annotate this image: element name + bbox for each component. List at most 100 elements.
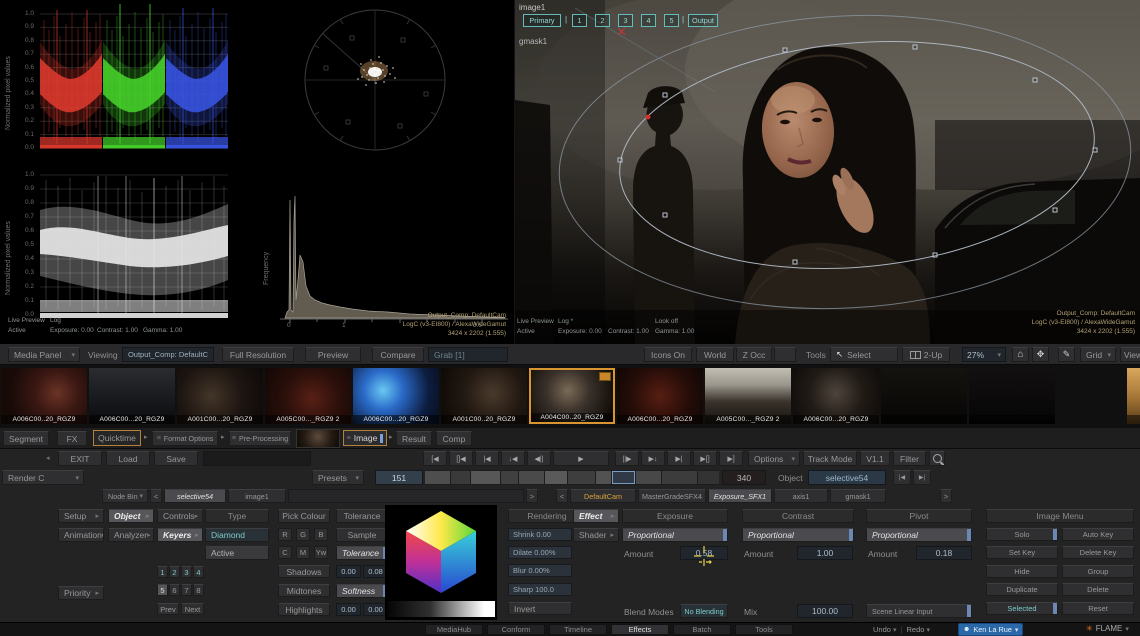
midtones-button[interactable]: Midtones	[278, 584, 330, 597]
mix-value-field[interactable]: 100.00	[797, 604, 853, 618]
pivot-amount-field[interactable]: 0.18	[916, 546, 972, 560]
node-tab[interactable]: gmask1	[830, 489, 886, 503]
empty-node-slot[interactable]	[288, 489, 524, 503]
bin2-scroll-left[interactable]: <	[556, 489, 568, 503]
track-segment[interactable]	[545, 471, 566, 484]
track-segment[interactable]	[636, 471, 661, 484]
zoom-level-dropdown[interactable]: 27%▾	[962, 347, 1006, 362]
transport-button[interactable]: ▶[]	[693, 451, 717, 466]
transport-button[interactable]: ▶	[553, 451, 609, 466]
transport-button[interactable]: []◀	[449, 451, 473, 466]
image-menu-button[interactable]: Delete Key	[1062, 546, 1134, 559]
transport-button[interactable]: ▶|	[667, 451, 691, 466]
keyer-type-diamond[interactable]: Diamond	[205, 528, 269, 542]
priority-menu-button[interactable]: Priority▸	[58, 586, 104, 600]
mask-primary-button[interactable]: Primary	[523, 14, 561, 27]
next-keyer-button[interactable]: Next	[181, 603, 204, 615]
image-menu-button[interactable]: Set Key	[986, 546, 1058, 559]
analyzer-menu-button[interactable]: Analyzer▸	[108, 528, 154, 542]
channel-toggle[interactable]: B	[314, 528, 328, 541]
grab-field[interactable]: Grab [1]	[428, 347, 508, 362]
search-button[interactable]	[929, 451, 945, 466]
spacer-button[interactable]	[774, 347, 796, 362]
blend-mode-button[interactable]: No Blending	[680, 604, 728, 618]
bin-scroll-right[interactable]: >	[526, 489, 538, 503]
track-mode-button[interactable]: Track Mode	[803, 451, 857, 466]
tolerance-value-field[interactable]: 0.00	[336, 565, 361, 578]
clip-thumbnail[interactable]: A001C00...20_RGZ9	[177, 368, 263, 424]
track-segment[interactable]	[662, 471, 697, 484]
compare-button[interactable]: Compare	[372, 347, 424, 362]
image-menu-button[interactable]: Hide	[986, 565, 1058, 578]
presets-value-field[interactable]: 151	[375, 470, 423, 485]
pivot-mode-button[interactable]: Proportional	[866, 528, 972, 542]
transport-button[interactable]: [◀	[423, 451, 447, 466]
track-segment[interactable]	[596, 471, 611, 484]
blur-slider[interactable]: Blur 0.00%	[508, 564, 572, 577]
transport-button[interactable]: |◀	[475, 451, 499, 466]
image-menu-button[interactable]: Delete	[1062, 583, 1134, 596]
tab-image[interactable]: ≡Image	[343, 430, 387, 446]
contrast-amount-field[interactable]: 1.00	[797, 546, 853, 560]
clip-thumbnail[interactable]	[1127, 368, 1140, 424]
workspace-tab[interactable]: Batch	[673, 624, 731, 635]
workspace-tab[interactable]: Effects	[611, 624, 669, 635]
mask-output-button[interactable]: Output	[688, 14, 718, 27]
keyframe-track-bar[interactable]	[425, 470, 719, 485]
transport-button[interactable]: ◀||	[527, 451, 551, 466]
track-segment[interactable]	[568, 471, 595, 484]
channel-toggle[interactable]: R	[278, 528, 292, 541]
gmask-tangent-handle[interactable]	[646, 115, 651, 120]
keyer-number-button[interactable]: 2	[169, 566, 180, 578]
keyer-number-button[interactable]: 7	[181, 584, 192, 596]
transport-button[interactable]: ||▶	[615, 451, 639, 466]
select-tool-button[interactable]: ↖ Select	[830, 347, 898, 362]
workspace-tab[interactable]: MediaHub	[425, 624, 483, 635]
tab-pre-processing[interactable]: ≡Pre-Processing	[229, 431, 291, 446]
image-menu-button[interactable]: Group	[1062, 565, 1134, 578]
image-menu-button[interactable]: Solo	[986, 528, 1058, 541]
workspace-tab[interactable]: Tools	[735, 624, 793, 635]
dilate-slider[interactable]: Dilate 0.00%	[508, 546, 572, 559]
transport-button[interactable]: ↓◀	[501, 451, 525, 466]
keyer-active-toggle[interactable]: Active	[205, 546, 269, 560]
sample-button[interactable]: Sample	[336, 528, 388, 542]
redo-button[interactable]: Redo ▾	[907, 625, 931, 634]
tab-segment[interactable]: Segment	[3, 431, 49, 446]
current-frame-field[interactable]: 340	[722, 470, 766, 485]
workspace-tab[interactable]: Conform	[487, 624, 545, 635]
object-name-field[interactable]: selective54	[808, 470, 886, 485]
mask-channel-button[interactable]: 1	[572, 14, 587, 27]
icons-on-button[interactable]: Icons On	[644, 347, 692, 362]
mask-channel-button[interactable]: 4	[641, 14, 656, 27]
invert-toggle[interactable]: Invert	[508, 602, 572, 615]
prev-keyer-button[interactable]: Prev	[157, 603, 179, 615]
clip-thumbnail[interactable]: A006C00...20_RGZ9	[793, 368, 879, 424]
node-tab[interactable]: image1	[228, 489, 286, 503]
shadows-button[interactable]: Shadows	[278, 565, 330, 578]
effect-menu-button[interactable]: Effect▸	[573, 509, 619, 523]
keyer-number-button[interactable]: 4	[193, 566, 204, 578]
bin2-scroll-right[interactable]: >	[940, 489, 952, 503]
colour-cube-panel[interactable]	[385, 505, 497, 620]
user-menu-chip[interactable]: ☻ Ken La Rue ▾	[958, 623, 1023, 636]
filter-button[interactable]: Filter	[893, 451, 926, 466]
transport-button[interactable]: ▶↓	[641, 451, 665, 466]
setup-menu-button[interactable]: Setup▸	[58, 509, 104, 523]
track-segment[interactable]	[519, 471, 544, 484]
softness-value-field[interactable]: 0.00	[336, 603, 361, 616]
mask-channel-button[interactable]: 3	[618, 14, 633, 27]
back-arrow-icon[interactable]: ◂	[46, 454, 50, 462]
tab-fx[interactable]: FX	[57, 431, 87, 446]
softness-mode-button[interactable]: Softness	[336, 584, 388, 598]
node-tab[interactable]: axis1	[774, 489, 828, 503]
shrink-slider[interactable]: Shrink 0.00	[508, 528, 572, 541]
clip-thumbnail[interactable]	[969, 368, 1055, 424]
image-menu-button[interactable]: Reset	[1062, 602, 1134, 615]
keyer-number-button[interactable]: 5	[157, 584, 168, 596]
animation-menu-button[interactable]: Animation▸	[58, 528, 104, 542]
tab-quicktime[interactable]: Quicktime	[93, 430, 141, 446]
tolerance-header-button[interactable]: Tolerance	[336, 509, 388, 523]
track-segment[interactable]	[612, 471, 635, 484]
keyer-number-button[interactable]: 3	[181, 566, 192, 578]
